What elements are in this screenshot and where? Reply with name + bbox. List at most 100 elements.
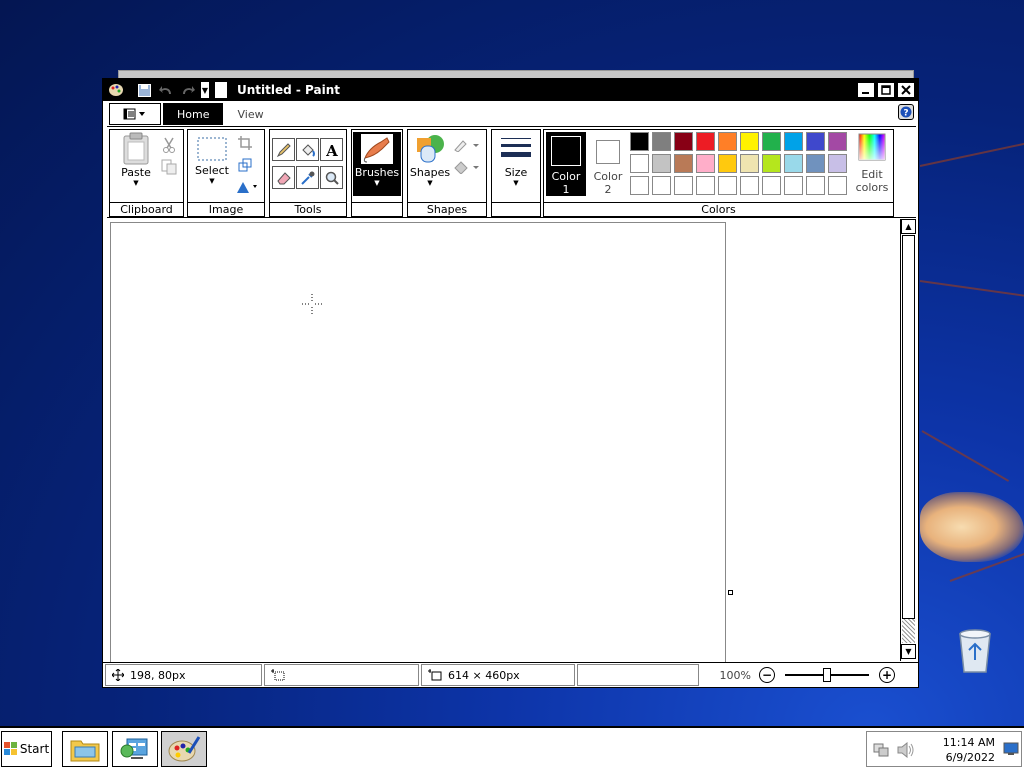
brush-icon xyxy=(361,134,393,164)
select-label: Select xyxy=(195,164,229,177)
color-2-button[interactable]: Color 2 xyxy=(590,132,626,196)
edit-colors-button[interactable]: Edit colors xyxy=(852,132,892,194)
rotate-icon[interactable] xyxy=(234,176,260,198)
palette-color-swatch[interactable] xyxy=(674,176,693,195)
size-group: Size ▼ xyxy=(491,129,541,217)
palette-color-swatch[interactable] xyxy=(630,176,649,195)
palette-color-swatch[interactable] xyxy=(740,154,759,173)
palette-color-swatch[interactable] xyxy=(652,154,671,173)
clock-time: 11:14 AM xyxy=(942,736,995,749)
cut-icon[interactable] xyxy=(158,134,180,156)
drawing-canvas[interactable] xyxy=(110,222,726,663)
palette-color-swatch[interactable] xyxy=(784,132,803,151)
color-picker-icon[interactable] xyxy=(296,166,319,189)
scroll-down-button[interactable]: ▼ xyxy=(901,644,916,659)
shapes-group-label: Shapes xyxy=(408,202,486,216)
zoom-slider[interactable] xyxy=(785,667,869,683)
volume-icon[interactable] xyxy=(897,742,915,758)
image-group: Select ▼ Image xyxy=(187,129,265,217)
title-bar[interactable]: ▼ Untitled - Paint xyxy=(103,79,918,101)
fill-bucket-icon[interactable] xyxy=(296,138,319,161)
undo-icon[interactable] xyxy=(157,81,175,99)
color-1-button[interactable]: Color 1 xyxy=(546,132,586,196)
taskbar-explorer[interactable] xyxy=(62,731,108,767)
palette-color-swatch[interactable] xyxy=(784,176,803,195)
paint-palette-icon[interactable] xyxy=(107,81,125,99)
canvas-resize-handle[interactable] xyxy=(728,590,733,595)
palette-color-swatch[interactable] xyxy=(828,132,847,151)
palette-color-swatch[interactable] xyxy=(674,132,693,151)
minimize-button[interactable] xyxy=(857,82,875,98)
redo-icon[interactable] xyxy=(179,81,197,99)
taskbar-paint[interactable] xyxy=(161,731,207,767)
pencil-icon[interactable] xyxy=(272,138,295,161)
chevron-down-icon: ▼ xyxy=(133,179,139,187)
taskbar-server-manager[interactable] xyxy=(112,731,158,767)
paste-button[interactable]: Paste ▼ xyxy=(116,132,156,187)
palette-color-swatch[interactable] xyxy=(762,132,781,151)
tab-view[interactable]: View xyxy=(223,103,277,125)
palette-color-swatch[interactable] xyxy=(806,154,825,173)
crop-icon[interactable] xyxy=(234,132,256,154)
palette-color-swatch[interactable] xyxy=(718,154,737,173)
maximize-button[interactable] xyxy=(877,82,895,98)
eraser-icon[interactable] xyxy=(272,166,295,189)
palette-color-swatch[interactable] xyxy=(696,154,715,173)
palette-color-swatch[interactable] xyxy=(762,154,781,173)
zoom-slider-thumb[interactable] xyxy=(823,668,831,682)
palette-color-swatch[interactable] xyxy=(828,154,847,173)
brushes-group: Brushes ▼ xyxy=(351,129,403,217)
save-icon[interactable] xyxy=(135,81,153,99)
desktop-wallpaper-line xyxy=(919,142,1024,167)
palette-color-swatch[interactable] xyxy=(740,176,759,195)
select-button[interactable]: Select ▼ xyxy=(192,134,232,185)
palette-color-swatch[interactable] xyxy=(828,176,847,195)
palette-color-swatch[interactable] xyxy=(740,132,759,151)
close-button[interactable] xyxy=(897,82,915,98)
palette-color-swatch[interactable] xyxy=(696,132,715,151)
clock[interactable]: 11:14 AM 6/9/2022 xyxy=(943,735,995,765)
tab-home[interactable]: Home xyxy=(163,103,224,125)
file-menu-button[interactable] xyxy=(109,103,161,125)
palette-color-swatch[interactable] xyxy=(630,132,649,151)
palette-color-swatch[interactable] xyxy=(718,132,737,151)
palette-color-swatch[interactable] xyxy=(652,132,671,151)
size-label: Size xyxy=(504,166,528,179)
palette-color-swatch[interactable] xyxy=(718,176,737,195)
network-icon[interactable] xyxy=(873,742,889,758)
chevron-down-icon: ▼ xyxy=(374,179,380,187)
show-desktop-icon[interactable] xyxy=(1003,742,1019,756)
copy-icon[interactable] xyxy=(158,156,180,178)
file-size-cell xyxy=(577,664,699,686)
size-group-label xyxy=(492,202,540,216)
magnifier-icon[interactable] xyxy=(320,166,343,189)
brushes-button[interactable]: Brushes ▼ xyxy=(353,132,401,196)
palette-color-swatch[interactable] xyxy=(762,176,781,195)
resize-icon[interactable] xyxy=(234,154,256,176)
vertical-scrollbar[interactable]: ▲ ▼ xyxy=(900,219,916,661)
start-button[interactable]: Start xyxy=(1,731,52,767)
fill-icon[interactable] xyxy=(452,156,482,178)
customize-qat-dropdown[interactable]: ▼ xyxy=(201,82,209,98)
shapes-button[interactable]: Shapes ▼ xyxy=(410,132,450,187)
palette-color-swatch[interactable] xyxy=(696,176,715,195)
color-1-number: 1 xyxy=(562,183,570,196)
palette-color-swatch[interactable] xyxy=(806,132,825,151)
zoom-out-button[interactable]: − xyxy=(759,667,775,683)
help-icon[interactable]: ? xyxy=(898,104,914,120)
selection-size-icon xyxy=(271,669,285,681)
size-button[interactable]: Size ▼ xyxy=(496,132,536,187)
scroll-track[interactable] xyxy=(902,619,915,643)
palette-color-swatch[interactable] xyxy=(806,176,825,195)
text-icon[interactable]: A xyxy=(320,138,343,161)
outline-icon[interactable] xyxy=(452,134,482,156)
scroll-thumb[interactable] xyxy=(902,235,915,619)
canvas-size-text: 614 × 460px xyxy=(448,668,520,682)
palette-color-swatch[interactable] xyxy=(784,154,803,173)
palette-color-swatch[interactable] xyxy=(630,154,649,173)
recycle-bin-icon[interactable] xyxy=(954,624,996,676)
zoom-in-button[interactable]: + xyxy=(879,667,895,683)
palette-color-swatch[interactable] xyxy=(652,176,671,195)
palette-color-swatch[interactable] xyxy=(674,154,693,173)
scroll-up-button[interactable]: ▲ xyxy=(901,219,916,234)
